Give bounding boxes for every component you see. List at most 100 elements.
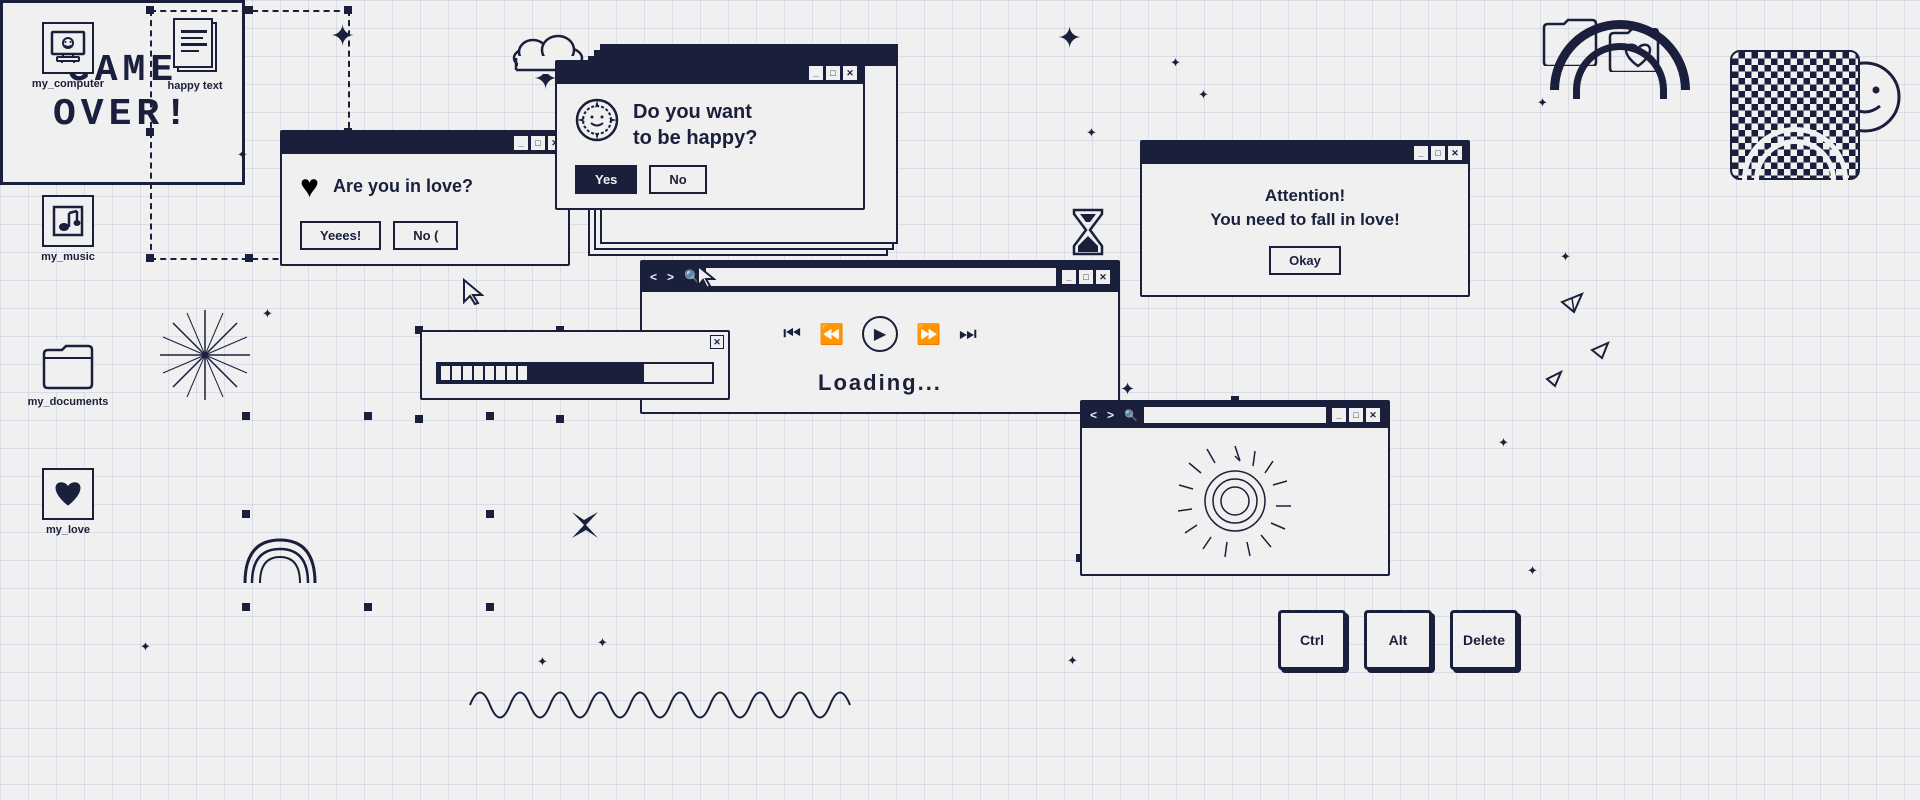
happy-dialog-titlebar: _ □ ✕ [557,62,863,84]
sparkle-7: ✦ [1537,96,1548,109]
ctrl-key[interactable]: Ctrl [1278,610,1346,670]
sparkle-3: ✦ [1057,24,1082,54]
small-minimize[interactable]: _ [1332,408,1346,422]
sel-handle [486,510,494,518]
media-maximize[interactable]: □ [1079,270,1093,284]
burst-decoration [155,305,255,410]
happy-dialog-minimize[interactable]: _ [809,66,823,80]
icon-my-music[interactable]: my_music [28,195,108,263]
happy-no-button[interactable]: No [649,165,706,194]
heart-decoration [1624,42,1652,73]
media-next[interactable]: ⏭ [959,323,977,346]
happy-dialog-buttons: _ □ ✕ [809,66,857,80]
loading-close[interactable]: ✕ [710,335,724,349]
small-close[interactable]: ✕ [1366,408,1380,422]
my-music-label: my_music [41,251,95,263]
sparkle-5: ✦ [262,307,273,320]
happy-yes-button[interactable]: Yes [575,165,637,194]
alt-key-label: Alt [1389,632,1408,648]
happy-dialog-content: Do you want to be happy? [575,98,845,151]
sparkle-14: ✦ [237,148,248,161]
media-prev[interactable]: ⏮ [783,323,801,346]
small-browser-back[interactable]: < [1090,408,1097,422]
love-dialog-minimize[interactable]: _ [514,136,528,150]
media-fwd[interactable]: ⏩ [916,322,941,347]
attention-btn-row: Okay [1166,246,1444,275]
small-browser-search-input[interactable] [1144,407,1326,423]
small-browser-content [1082,428,1388,574]
happy-dialog-maximize[interactable]: □ [826,66,840,80]
love-dialog-titlebar: _ □ ✕ [282,132,568,154]
icon-my-documents[interactable]: my_documents [28,340,108,408]
attention-minimize[interactable]: _ [1414,146,1428,160]
sparkle-13: ✦ [1086,126,1097,139]
sel-handle [146,6,154,14]
sparkle-15: ✦ [1170,56,1181,69]
icon-my-love[interactable]: my_love [28,468,108,536]
sparkle-18: ✦ [1560,250,1571,263]
happy-dialog-icon [575,98,619,151]
media-player-buttons: _ □ ✕ [1062,270,1110,284]
my-computer-icon [42,22,94,74]
sel-handle-load3 [415,415,423,423]
love-yes-button[interactable]: Yeees! [300,221,381,250]
attention-line1: Attention! [1265,186,1345,205]
browser-search-input[interactable] [706,268,1056,286]
loading-bar-content [422,352,728,398]
small-browser-fwd[interactable]: > [1107,408,1114,422]
love-dialog-maximize[interactable]: □ [531,136,545,150]
sparkle-9: ✦ [1527,564,1538,577]
sel-handle [486,603,494,611]
small-browser-toolbar: < > 🔍 _ □ ✕ [1082,402,1388,428]
progress-bar [436,362,714,384]
delete-key[interactable]: Delete [1450,610,1518,670]
sel-handle [146,254,154,262]
sel-handle [486,412,494,420]
my-love-icon [42,468,94,520]
sparkle-1: ✦ [330,22,355,52]
happy-dialog-text: Do you want to be happy? [633,99,757,151]
love-no-button[interactable]: No ( [393,221,458,250]
ctrl-key-label: Ctrl [1300,632,1324,648]
cursor-arrow-1 [462,278,484,311]
hourglass-icon [1072,208,1104,264]
attention-dialog: _ □ ✕ Attention! You need to fall in lov… [1140,140,1470,297]
sparkle-8: ✦ [1498,436,1509,449]
icon-my-computer[interactable]: my_computer [28,22,108,90]
folder-icon-1 [1542,18,1600,71]
browser-fwd[interactable]: > [667,270,674,284]
small-browser-buttons: _ □ ✕ [1332,408,1380,422]
small-maximize[interactable]: □ [1349,408,1363,422]
media-close[interactable]: ✕ [1096,270,1110,284]
progress-segs-overlay [441,366,527,380]
sparkle-11: ✦ [1067,654,1078,667]
media-rwd[interactable]: ⏪ [819,322,844,347]
attention-maximize[interactable]: □ [1431,146,1445,160]
alt-key[interactable]: Alt [1364,610,1432,670]
happy-dialog: _ □ ✕ [555,60,865,210]
browser-back[interactable]: < [650,270,657,284]
loading-close-row: ✕ [422,332,728,352]
cursor-arrow-2 [696,264,716,295]
loading-bar-window: ✕ [420,330,730,400]
attention-text: Attention! You need to fall in love! [1166,184,1444,232]
media-play[interactable]: ▶ [862,316,898,352]
sparkle-16: ✦ [140,640,151,653]
love-dialog-icon: ♥ [300,168,319,205]
media-minimize[interactable]: _ [1062,270,1076,284]
happy-dialog-close[interactable]: ✕ [843,66,857,80]
sel-handle [242,510,250,518]
sunburst-icon [1170,436,1300,566]
small-search-icon: 🔍 [1124,409,1138,422]
sel-handle [245,254,253,262]
my-computer-label: my_computer [32,78,104,90]
sel-handle [364,412,372,420]
sparkle-4: ✦ [1198,88,1209,101]
checkerboard [1730,50,1860,180]
sparkle-20: ✦ [1120,380,1135,398]
attention-close[interactable]: ✕ [1448,146,1462,160]
sel-handle [344,6,352,14]
happy-dialog-btn-row: Yes No [575,165,845,194]
sparkle-10: ✦ [597,636,608,649]
attention-ok-button[interactable]: Okay [1269,246,1341,275]
